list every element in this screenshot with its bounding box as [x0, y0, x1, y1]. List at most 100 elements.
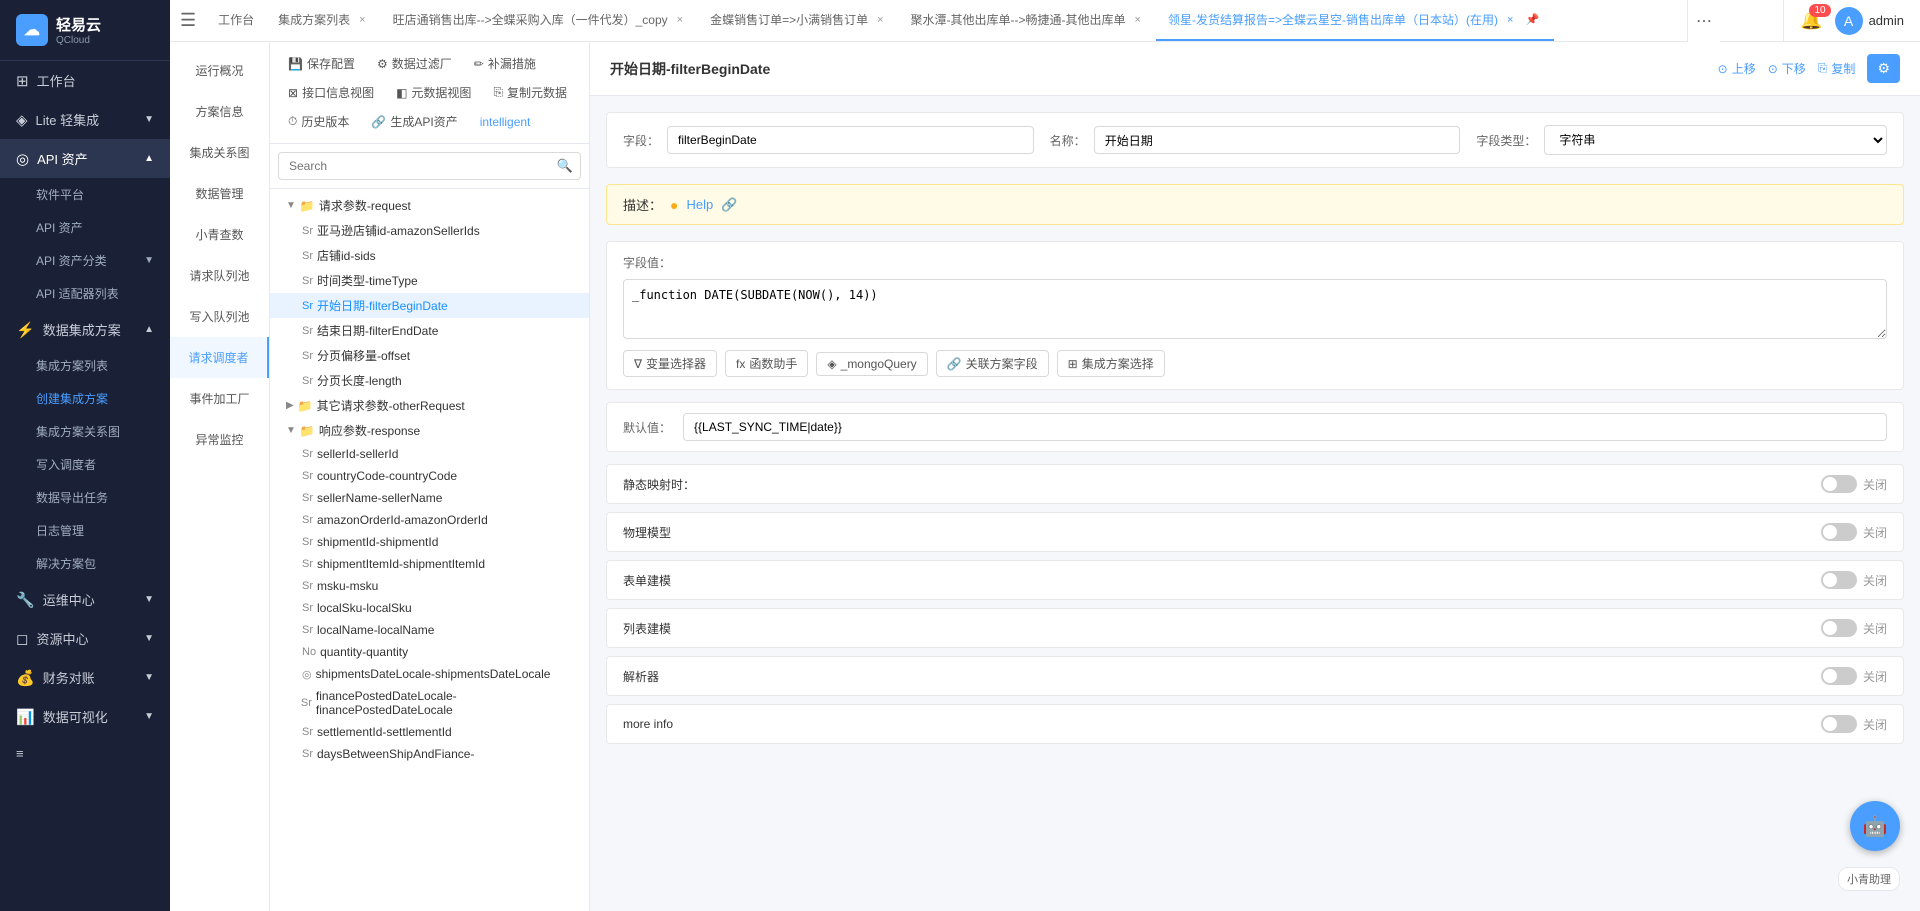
tab-integration-list[interactable]: 集成方案列表 × [266, 0, 380, 41]
tab-more-icon[interactable]: ⋯ [1696, 11, 1712, 31]
data-filter-button[interactable]: ⚙ 数据过滤厂 [367, 50, 462, 77]
toggle-switch[interactable] [1821, 715, 1857, 733]
sidebar-item-data-viz[interactable]: 📊 数据可视化 ▼ [0, 697, 170, 736]
settings-button[interactable]: ⚙ [1867, 54, 1900, 83]
static-mapping-toggle[interactable]: 关闭 [1821, 475, 1887, 493]
field-name-input[interactable] [667, 126, 1034, 154]
gen-api-button[interactable]: 🔗 生成API资产 [361, 108, 467, 135]
move-up-button[interactable]: ⊙ 上移 [1718, 60, 1756, 77]
table-build-toggle[interactable]: 关闭 [1821, 571, 1887, 589]
sidebar-item-log-mgmt[interactable]: 日志管理 [0, 514, 170, 547]
tree-node-days-between[interactable]: Sr daysBetweenShipAndFiance- [270, 743, 589, 765]
sidebar-item-resource[interactable]: ◻ 资源中心 ▼ [0, 619, 170, 658]
tree-node-country-code[interactable]: Sr countryCode-countryCode [270, 465, 589, 487]
tree-node-time-type[interactable]: Sr 时间类型-timeType [270, 268, 589, 293]
intelligent-button[interactable]: intelligent [470, 110, 541, 134]
tab-close-icon[interactable]: × [1504, 13, 1516, 27]
tree-node-local-name[interactable]: Sr localName-localName [270, 619, 589, 641]
replicate-button[interactable]: ⎘ 复制元数据 [483, 79, 577, 106]
tree-node-request-params[interactable]: ▼ 📁 请求参数-request [270, 193, 589, 218]
move-down-button[interactable]: ⊙ 下移 [1768, 60, 1806, 77]
nav-integration-graph[interactable]: 集成关系图 [170, 132, 269, 173]
toggle-switch[interactable] [1821, 571, 1857, 589]
tree-node-shipments-date[interactable]: ◎ shipmentsDateLocale-shipmentsDateLocal… [270, 663, 589, 685]
sidebar-item-integration-graph[interactable]: 集成方案关系图 [0, 415, 170, 448]
tree-node-offset[interactable]: Sr 分页偏移量-offset [270, 343, 589, 368]
tree-node-seller-id[interactable]: Sr sellerId-sellerId [270, 443, 589, 465]
copy-button[interactable]: ⎘ 复制 [1818, 60, 1856, 77]
tree-node-amazon-seller-ids[interactable]: Sr 亚马逊店铺id-amazonSellerIds [270, 218, 589, 243]
xiao-qing-assistant[interactable]: 小青助理 [1838, 867, 1900, 891]
sidebar-item-finance[interactable]: 💰 财务对账 ▼ [0, 658, 170, 697]
mongo-query-button[interactable]: ◈ _mongoQuery [816, 352, 927, 376]
sidebar-item-lite[interactable]: ◈ Lite 轻集成 ▼ [0, 100, 170, 139]
nav-write-pool[interactable]: 写入队列池 [170, 296, 269, 337]
sidebar-item-solution-pkg[interactable]: 解决方案包 [0, 547, 170, 580]
meta-view-button[interactable]: ◧ 元数据视图 [386, 79, 481, 106]
tab-lingxing[interactable]: 领星-发货结算报告=>全蝶云星空-销售出库单（日本站）(在用) × 📌 [1156, 0, 1554, 41]
interface-view-button[interactable]: ⊠ 接口信息视图 [278, 79, 384, 106]
sidebar-item-more[interactable]: ≡ [0, 736, 170, 771]
sidebar-item-software[interactable]: 软件平台 [0, 178, 170, 211]
history-button[interactable]: ⏱ 历史版本 [278, 108, 359, 135]
tree-node-shipment-id[interactable]: Sr shipmentId-shipmentId [270, 531, 589, 553]
field-type-select[interactable]: 字符串 数字 布尔 日期 [1544, 125, 1887, 155]
tree-node-response-params[interactable]: ▼ 📁 响应参数-response [270, 418, 589, 443]
nav-request-debugger[interactable]: 请求调度者 [170, 337, 269, 378]
nav-xiao-qing[interactable]: 小青查数 [170, 214, 269, 255]
sidebar-item-api-adapter[interactable]: API 适配器列表 [0, 277, 170, 310]
parser-toggle[interactable]: 关闭 [1821, 667, 1887, 685]
tab-jinding[interactable]: 金蝶销售订单=>小满销售订单 × [698, 0, 898, 41]
toggle-switch[interactable] [1821, 619, 1857, 637]
notification-bell[interactable]: 🔔 10 [1800, 10, 1822, 31]
sidebar-item-write-scheduler[interactable]: 写入调度者 [0, 448, 170, 481]
physical-model-toggle[interactable]: 关闭 [1821, 523, 1887, 541]
tab-copy[interactable]: 旺店通销售出库-->全蝶采购入库（一件代发）_copy × [381, 0, 698, 41]
tree-node-shipment-item-id[interactable]: Sr shipmentItemId-shipmentItemId [270, 553, 589, 575]
tree-node-finance-date[interactable]: Sr financePostedDateLocale-financePosted… [270, 685, 589, 721]
hamburger-icon[interactable]: ☰ [170, 0, 206, 41]
tree-node-local-sku[interactable]: Sr localSku-localSku [270, 597, 589, 619]
nav-solution-info[interactable]: 方案信息 [170, 91, 269, 132]
related-field-button[interactable]: 🔗 关联方案字段 [936, 350, 1049, 377]
supplement-button[interactable]: ✏ 补漏措施 [464, 50, 546, 77]
sidebar-item-data-export[interactable]: 数据导出任务 [0, 481, 170, 514]
tab-close-icon[interactable]: × [674, 13, 686, 27]
nav-event-factory[interactable]: 事件加工厂 [170, 378, 269, 419]
sidebar-item-api[interactable]: ◎ API 资产 ▲ [0, 139, 170, 178]
default-value-input[interactable] [683, 413, 1887, 441]
toggle-switch[interactable] [1821, 667, 1857, 685]
sidebar-item-data-integration[interactable]: ⚡ 数据集成方案 ▲ [0, 310, 170, 349]
var-selector-button[interactable]: ∇ 变量选择器 [623, 350, 717, 377]
tree-node-msku[interactable]: Sr msku-msku [270, 575, 589, 597]
user-info[interactable]: A admin [1835, 7, 1904, 35]
more-info-toggle[interactable]: 关闭 [1821, 715, 1887, 733]
save-config-button[interactable]: 💾 保存配置 [278, 50, 365, 77]
toggle-switch[interactable] [1821, 523, 1857, 541]
sidebar-item-api-asset[interactable]: API 资产 [0, 211, 170, 244]
tab-jushuitan[interactable]: 聚水潭-其他出库单-->畅捷通-其他出库单 × [899, 0, 1156, 41]
tree-node-length[interactable]: Sr 分页长度-length [270, 368, 589, 393]
list-build-toggle[interactable]: 关闭 [1821, 619, 1887, 637]
tree-node-settlement-id[interactable]: Sr settlementId-settlementId [270, 721, 589, 743]
search-input[interactable] [278, 152, 581, 180]
tab-pin-icon[interactable]: 📌 [1522, 12, 1542, 27]
integration-select-button[interactable]: ⊞ 集成方案选择 [1057, 350, 1165, 377]
tab-workbench[interactable]: 工作台 [206, 0, 266, 41]
nav-exception-monitor[interactable]: 异常监控 [170, 419, 269, 460]
sidebar-item-integration-list[interactable]: 集成方案列表 [0, 349, 170, 382]
field-name-cn-input[interactable] [1094, 126, 1461, 154]
field-value-textarea[interactable]: _function DATE(SUBDATE(NOW(), 14)) [623, 279, 1887, 339]
tree-node-seller-name[interactable]: Sr sellerName-sellerName [270, 487, 589, 509]
sidebar-item-create-integration[interactable]: 创建集成方案 [0, 382, 170, 415]
tree-node-other-request[interactable]: ▶ 📁 其它请求参数-otherRequest [270, 393, 589, 418]
tab-close-icon[interactable]: × [1132, 13, 1144, 27]
nav-data-mgmt[interactable]: 数据管理 [170, 173, 269, 214]
sidebar-item-workbench[interactable]: ⊞ 工作台 [0, 61, 170, 100]
tree-node-amazon-order-id[interactable]: Sr amazonOrderId-amazonOrderId [270, 509, 589, 531]
tab-close-icon[interactable]: × [874, 13, 886, 27]
sidebar-item-api-category[interactable]: API 资产分类 ▼ [0, 244, 170, 277]
func-helper-button[interactable]: fx 函数助手 [725, 350, 808, 377]
tree-node-shop-id[interactable]: Sr 店铺id-sids [270, 243, 589, 268]
tree-node-filter-end[interactable]: Sr 结束日期-filterEndDate [270, 318, 589, 343]
